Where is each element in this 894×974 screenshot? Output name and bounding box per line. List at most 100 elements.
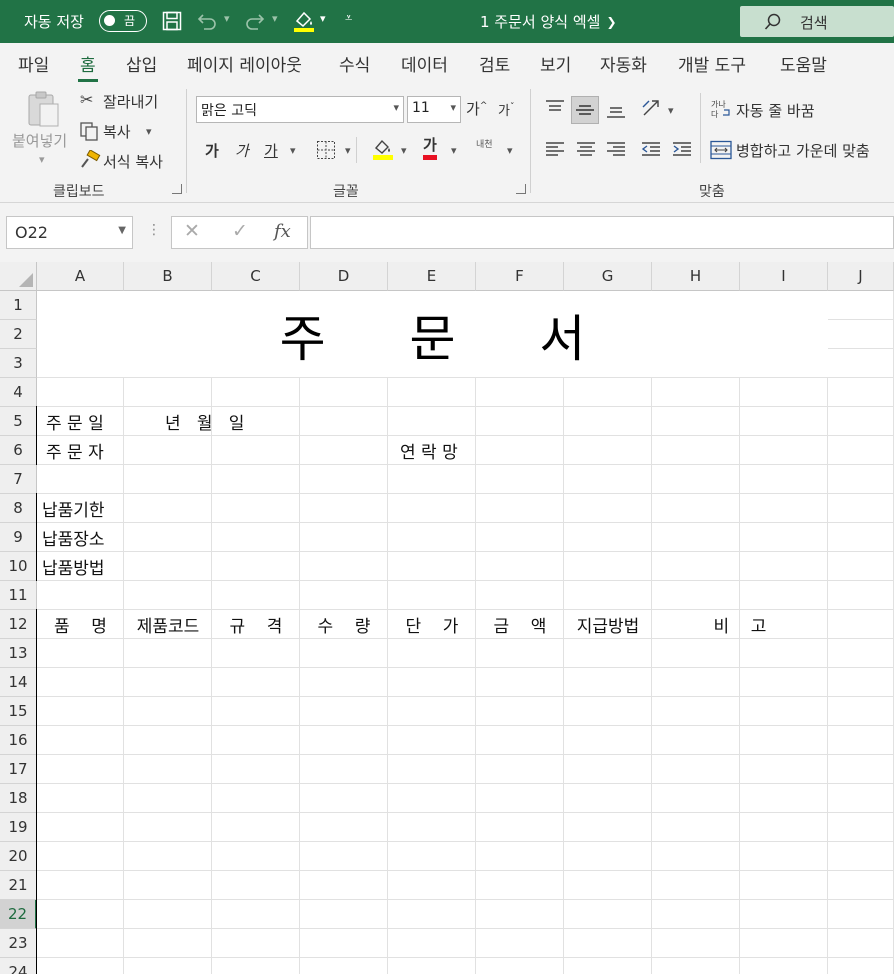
- redo-dropdown-icon[interactable]: ▾: [272, 12, 278, 25]
- table-header-cell[interactable]: 금 액: [476, 610, 564, 638]
- row-header-13[interactable]: 13: [0, 639, 37, 668]
- bold-button[interactable]: 가: [205, 140, 219, 161]
- fill-color-icon[interactable]: [293, 9, 315, 33]
- align-center-icon[interactable]: [576, 141, 596, 157]
- tab-review[interactable]: 검토: [479, 51, 510, 76]
- confirm-icon[interactable]: ✓: [232, 220, 248, 242]
- formula-input[interactable]: [310, 216, 894, 249]
- format-painter-button[interactable]: 서식 복사: [103, 151, 163, 172]
- tab-view[interactable]: 보기: [540, 51, 571, 76]
- orderer-label[interactable]: 주 문 자: [46, 436, 104, 465]
- font-color-button[interactable]: 가: [423, 136, 437, 160]
- row-header-4[interactable]: 4: [0, 378, 37, 407]
- font-color-dropdown-icon[interactable]: ▾: [451, 144, 457, 157]
- paste-dropdown-icon[interactable]: ▾: [39, 153, 45, 166]
- row-header-9[interactable]: 9: [0, 523, 37, 552]
- italic-button[interactable]: 가: [235, 140, 249, 161]
- table-header-cell[interactable]: 품 명: [37, 610, 124, 638]
- tab-formulas[interactable]: 수식: [339, 51, 370, 76]
- row-header-11[interactable]: 11: [0, 581, 37, 610]
- sheet-title[interactable]: 주 문 서: [37, 291, 828, 378]
- order-date-label[interactable]: 주 문 일: [46, 407, 104, 436]
- align-right-icon[interactable]: [606, 141, 626, 157]
- increase-indent-icon[interactable]: [672, 141, 692, 157]
- copy-button[interactable]: 복사: [103, 121, 131, 142]
- shrink-font-button[interactable]: 가ˇ: [498, 100, 514, 119]
- merge-center-icon[interactable]: [710, 140, 732, 160]
- row-header-23[interactable]: 23: [0, 929, 37, 958]
- row-header-16[interactable]: 16: [0, 726, 37, 755]
- table-header-cell[interactable]: 단 가: [388, 610, 476, 638]
- borders-icon[interactable]: [316, 140, 336, 160]
- row-header-21[interactable]: 21: [0, 871, 37, 900]
- table-header-cell[interactable]: 수 량: [300, 610, 388, 638]
- column-header-g[interactable]: G: [564, 262, 652, 291]
- column-header-f[interactable]: F: [476, 262, 564, 291]
- cut-icon[interactable]: ✂: [80, 90, 93, 109]
- more-options-icon[interactable]: ⋮: [147, 222, 161, 238]
- row-header-3[interactable]: 3: [0, 349, 37, 378]
- wrap-text-button[interactable]: 자동 줄 바꿈: [736, 100, 815, 121]
- orientation-dropdown-icon[interactable]: ▾: [668, 104, 674, 117]
- save-icon[interactable]: [162, 11, 182, 31]
- row-header-5[interactable]: 5: [0, 407, 37, 436]
- column-header-j[interactable]: J: [828, 262, 894, 291]
- underline-button[interactable]: 가: [264, 140, 278, 161]
- cut-button[interactable]: 잘라내기: [103, 91, 158, 112]
- font-name-select[interactable]: 맑은 고딕 ▾: [196, 96, 404, 123]
- row-header-7[interactable]: 7: [0, 465, 37, 494]
- method-label[interactable]: 납품방법: [42, 552, 105, 581]
- row-header-12[interactable]: 12: [0, 610, 37, 639]
- tab-help[interactable]: 도움말: [780, 51, 827, 76]
- tab-insert[interactable]: 삽입: [126, 51, 157, 76]
- tab-data[interactable]: 데이터: [401, 51, 448, 76]
- redo-icon[interactable]: [244, 11, 266, 31]
- document-title[interactable]: 1 주문서 양식 엑셀 ❯: [480, 0, 617, 43]
- contact-label[interactable]: 연 락 망: [400, 436, 458, 465]
- grow-font-button[interactable]: 가^: [466, 98, 487, 119]
- align-left-icon[interactable]: [545, 141, 565, 157]
- fill-color-icon[interactable]: [372, 137, 394, 161]
- column-header-i[interactable]: I: [740, 262, 828, 291]
- table-header-cell[interactable]: 지급방법: [564, 610, 652, 638]
- font-size-select[interactable]: 11 ▾: [407, 96, 461, 123]
- deadline-label[interactable]: 납품기한: [42, 494, 105, 523]
- table-header-cell[interactable]: 제품코드: [124, 610, 212, 638]
- row-header-2[interactable]: 2: [0, 320, 37, 349]
- tab-automate[interactable]: 자동화: [600, 51, 647, 76]
- phonetic-button[interactable]: 내천: [476, 137, 493, 150]
- row-header-24[interactable]: 24: [0, 958, 37, 974]
- paste-button[interactable]: 붙여넣기: [12, 130, 67, 151]
- column-header-a[interactable]: A: [37, 262, 124, 291]
- orientation-icon[interactable]: [641, 97, 663, 119]
- row-header-14[interactable]: 14: [0, 668, 37, 697]
- cancel-icon[interactable]: ✕: [184, 220, 200, 242]
- align-bottom-icon[interactable]: [606, 103, 626, 119]
- column-header-h[interactable]: H: [652, 262, 740, 291]
- row-header-22[interactable]: 22: [0, 900, 37, 929]
- tab-file[interactable]: 파일: [18, 51, 49, 76]
- copy-icon[interactable]: [79, 121, 99, 141]
- column-header-e[interactable]: E: [388, 262, 476, 291]
- name-box[interactable]: O22 ▼: [6, 216, 133, 249]
- font-launcher-icon[interactable]: [516, 184, 526, 194]
- customize-toolbar-icon[interactable]: ⩡: [345, 11, 352, 26]
- undo-dropdown-icon[interactable]: ▾: [224, 12, 230, 25]
- format-painter-icon[interactable]: [79, 150, 101, 170]
- row-header-18[interactable]: 18: [0, 784, 37, 813]
- column-header-b[interactable]: B: [124, 262, 212, 291]
- phonetic-dropdown-icon[interactable]: ▾: [507, 144, 513, 157]
- undo-icon[interactable]: [196, 11, 218, 31]
- autosave-toggle[interactable]: 끔: [99, 10, 147, 32]
- row-header-10[interactable]: 10: [0, 552, 37, 581]
- cell-area[interactable]: 주 문 서 주 문 일 년 월 일 주 문 자 연 락 망 납품기한 납품장소 …: [36, 291, 894, 974]
- tab-home[interactable]: 홈: [78, 51, 98, 82]
- row-header-15[interactable]: 15: [0, 697, 37, 726]
- order-date-value[interactable]: 년 월 일: [165, 407, 244, 436]
- align-middle-icon[interactable]: [575, 102, 595, 118]
- paste-icon[interactable]: [26, 90, 60, 128]
- decrease-indent-icon[interactable]: [641, 141, 661, 157]
- fill-color-dropdown-icon[interactable]: ▾: [401, 144, 407, 157]
- column-header-d[interactable]: D: [300, 262, 388, 291]
- clipboard-launcher-icon[interactable]: [172, 184, 182, 194]
